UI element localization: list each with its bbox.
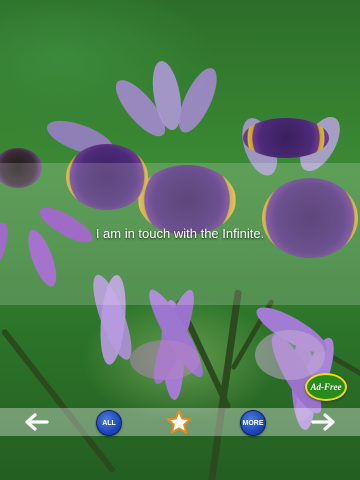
flower xyxy=(255,330,325,380)
quote-text: I am in touch with the Infinite. xyxy=(95,226,265,241)
star-icon xyxy=(166,410,192,434)
all-button[interactable]: ALL xyxy=(96,410,122,436)
stem xyxy=(207,289,242,480)
flower xyxy=(130,340,200,380)
favorite-button[interactable] xyxy=(166,409,192,435)
previous-button[interactable] xyxy=(20,409,52,435)
left-arrow-icon xyxy=(25,413,49,431)
more-button[interactable]: MORE xyxy=(240,410,266,436)
next-button[interactable] xyxy=(308,409,340,435)
ad-free-badge[interactable]: Ad-Free xyxy=(305,373,347,401)
right-arrow-icon xyxy=(311,413,335,431)
stem xyxy=(0,328,117,474)
